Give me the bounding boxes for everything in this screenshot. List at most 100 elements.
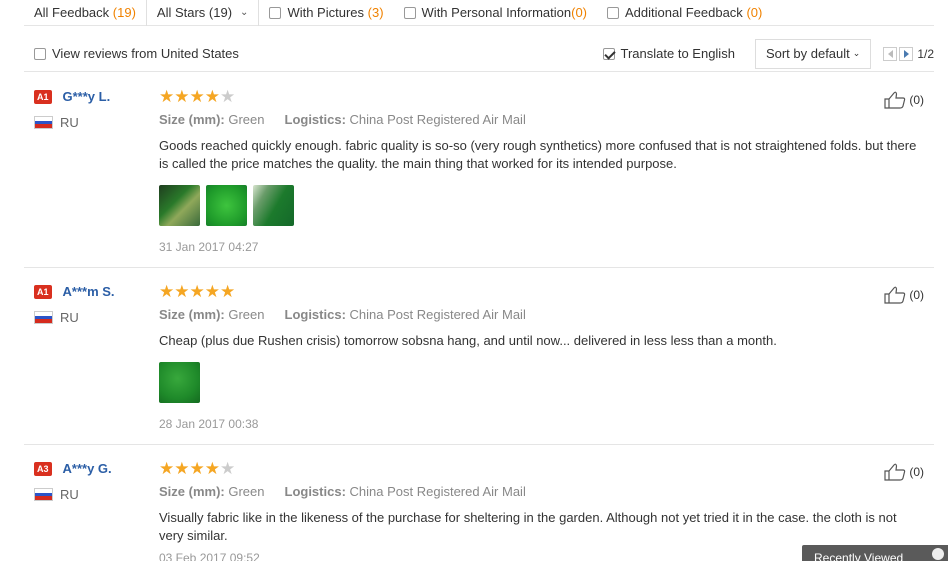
reviewer-info: A1 G***y L. RU (34, 89, 154, 130)
all-stars-label: All Stars (19) (156, 5, 233, 20)
additional-feedback-filter[interactable]: Additional Feedback (0) (597, 0, 772, 26)
page-indicator: 1/2 (917, 46, 934, 61)
russia-flag-icon (34, 311, 53, 324)
sort-label: Sort by default (765, 46, 850, 61)
star-filled-icon: ★ (174, 87, 190, 106)
star-filled-icon: ★ (220, 282, 236, 301)
logistics-value: China Post Registered Air Mail (349, 484, 526, 499)
all-feedback-count: (19) (112, 5, 136, 20)
chevron-down-icon: ⌄ (852, 48, 861, 58)
review-photo-thumbnail[interactable] (159, 362, 200, 403)
russia-flag-icon (34, 116, 53, 129)
order-info: Size (mm): Green Logistics: China Post Re… (159, 484, 919, 499)
feedback-filter-bar: All Feedback (19) All Stars (19) ⌄ With … (24, 0, 934, 26)
translate-checkbox[interactable] (602, 47, 615, 60)
review-item: A1 G***y L. RU ★ ★ ★ ★ ★ Size (mm): Green Log… (24, 73, 934, 268)
helpful-button[interactable]: (0) (884, 286, 924, 304)
all-feedback-tab[interactable]: All Feedback (19) (24, 0, 147, 26)
size-label: Size (mm): (159, 484, 225, 499)
review-text: Visually fabric like in the likeness of … (159, 510, 897, 543)
with-pictures-filter[interactable]: With Pictures (3) (259, 0, 393, 26)
additional-feedback-count: (0) (746, 5, 763, 20)
translate-option[interactable]: Translate to English (602, 46, 735, 61)
helpful-count: (0) (909, 93, 924, 107)
star-filled-icon: ★ (174, 282, 190, 301)
with-pictures-label: With Pictures (287, 5, 365, 20)
helpful-count: (0) (909, 288, 924, 302)
review-photo-thumbnail[interactable] (159, 185, 200, 226)
review-photos (159, 362, 919, 403)
star-filled-icon: ★ (159, 459, 175, 478)
additional-feedback-label: Additional Feedback (625, 5, 743, 20)
star-filled-icon: ★ (189, 282, 205, 301)
review-date: 28 Jan 2017 00:38 (159, 417, 259, 431)
prev-page-button[interactable] (883, 46, 898, 61)
star-filled-icon: ★ (159, 87, 175, 106)
sort-dropdown[interactable]: Sort by default ⌄ (754, 38, 872, 69)
star-filled-icon: ★ (159, 282, 175, 301)
buyer-level-badge: A1 (34, 89, 52, 104)
reviewer-name: A***m S. (62, 284, 115, 299)
pagination: 1/2 (883, 46, 934, 61)
reviewer-country: RU (60, 115, 79, 130)
size-label: Size (mm): (159, 307, 225, 322)
star-filled-icon: ★ (174, 459, 190, 478)
size-value: Green (228, 307, 265, 322)
star-empty-icon: ★ (220, 87, 236, 106)
recently-viewed-label: Recently Viewed (814, 551, 904, 561)
review-date: 31 Jan 2017 04:27 (159, 240, 259, 254)
review-photo-thumbnail[interactable] (253, 185, 294, 226)
buyer-level-badge: A1 (34, 284, 52, 299)
additional-feedback-checkbox[interactable] (607, 6, 619, 19)
russia-flag-icon (34, 488, 53, 501)
star-rating: ★ ★ ★ ★ ★ (159, 282, 919, 301)
star-empty-icon: ★ (220, 459, 236, 478)
with-personal-info-count: (0) (571, 5, 587, 20)
helpful-button[interactable]: (0) (884, 91, 924, 109)
helpful-button[interactable]: (0) (884, 463, 924, 481)
all-feedback-label: All Feedback (34, 5, 110, 20)
review-photo-thumbnail[interactable] (206, 185, 247, 226)
with-pictures-checkbox[interactable] (269, 6, 282, 19)
review-item: A1 A***m S. RU ★ ★ ★ ★ ★ Size (mm): Green Log… (24, 268, 934, 445)
buyer-level-badge: A3 (34, 461, 52, 476)
size-value: Green (228, 484, 265, 499)
star-filled-icon: ★ (204, 282, 220, 301)
reviewer-country: RU (60, 310, 79, 325)
arrow-left-icon (887, 49, 893, 58)
star-rating: ★ ★ ★ ★ ★ (159, 87, 919, 106)
star-filled-icon: ★ (189, 87, 205, 106)
review-photos (159, 185, 919, 226)
chevron-down-icon: ⌄ (240, 7, 249, 18)
thumbs-up-icon (884, 91, 906, 109)
view-us-checkbox[interactable] (34, 47, 46, 60)
helpful-count: (0) (909, 465, 924, 479)
review-text: Cheap (plus due Rushen crisis) tomorrow … (159, 333, 777, 348)
view-us-option[interactable]: View reviews from United States (24, 46, 239, 61)
logistics-value: China Post Registered Air Mail (349, 112, 526, 127)
star-filled-icon: ★ (189, 459, 205, 478)
arrow-right-icon (903, 49, 909, 58)
next-page-button[interactable] (899, 46, 914, 61)
order-info: Size (mm): Green Logistics: China Post Re… (159, 307, 919, 322)
size-label: Size (mm): (159, 112, 225, 127)
logistics-value: China Post Registered Air Mail (349, 307, 526, 322)
size-value: Green (228, 112, 265, 127)
with-personal-info-filter[interactable]: With Personal Information (0) (394, 0, 597, 26)
with-personal-info-checkbox[interactable] (403, 6, 416, 19)
reviewer-country: RU (60, 487, 79, 502)
star-filled-icon: ★ (204, 87, 220, 106)
reviewer-info: A1 A***m S. RU (34, 284, 154, 325)
translate-label: Translate to English (620, 46, 735, 61)
all-stars-dropdown[interactable]: All Stars (19) ⌄ (147, 0, 260, 26)
recently-viewed-tab[interactable]: Recently Viewed (802, 545, 948, 561)
with-personal-info-label: With Personal Information (421, 5, 572, 20)
thumbs-up-icon (884, 463, 906, 481)
thumbs-up-icon (884, 286, 906, 304)
order-info: Size (mm): Green Logistics: China Post Re… (159, 112, 919, 127)
logistics-label: Logistics: (284, 112, 346, 127)
logistics-label: Logistics: (284, 484, 346, 499)
with-pictures-count: (3) (367, 5, 384, 20)
star-rating: ★ ★ ★ ★ ★ (159, 459, 919, 478)
expand-icon (932, 548, 944, 560)
